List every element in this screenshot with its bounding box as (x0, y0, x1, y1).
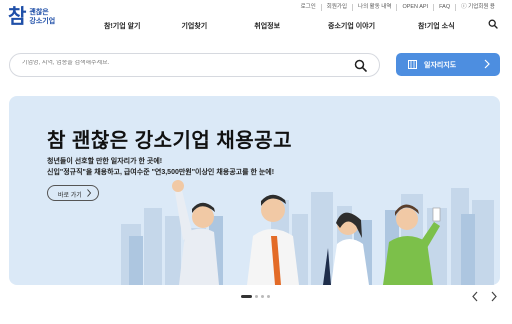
search-icon[interactable] (488, 19, 498, 29)
chevron-right-icon (484, 59, 490, 69)
chevron-right-icon (87, 189, 91, 197)
hero-banner: 참 괜찮은 강소기업 채용공고 청년들이 선호할 만한 일자리가 한 곳에! 신… (9, 96, 500, 285)
search-icon[interactable] (354, 59, 367, 72)
nav-item-job-info[interactable]: 취업정보 (254, 21, 280, 31)
main-nav: 참!기업 알기 기업찾기 취업정보 중소기업 이야기 참!기업 소식 (104, 21, 455, 31)
logo-text-line2: 강소기업 (29, 18, 56, 25)
carousel-pagination (241, 295, 270, 298)
carousel-dot-2[interactable] (255, 295, 258, 298)
nav-item-about[interactable]: 참!기업 알기 (104, 21, 140, 31)
util-login[interactable]: 로그인 (296, 4, 321, 11)
util-open-api[interactable]: OPEN API (396, 4, 433, 11)
job-map-button[interactable]: 일자리지도 (396, 53, 500, 76)
map-icon (408, 60, 417, 69)
nav-item-news[interactable]: 참!기업 소식 (418, 21, 454, 31)
search-input[interactable] (22, 60, 342, 66)
util-my-activity[interactable]: 나의 활동 내역 (352, 4, 396, 11)
banner-description-1: 청년들이 선호할 만한 일자리가 한 곳에! (47, 158, 163, 165)
go-now-button[interactable]: 바로 가기 (47, 185, 99, 201)
logo-mark: 참 (8, 6, 27, 28)
chevron-right-icon[interactable] (490, 291, 498, 302)
logo-text: 괜찮은 강소기업 (29, 8, 55, 26)
util-faq[interactable]: FAQ (433, 4, 455, 11)
util-signup[interactable]: 회원가입 (320, 4, 352, 11)
logo[interactable]: 참 괜찮은 강소기업 (8, 7, 55, 27)
util-company-member[interactable]: ⓘ 기업회원 용 (455, 4, 500, 11)
banner-title: 참 괜찮은 강소기업 채용공고 (47, 130, 292, 152)
carousel-dot-1[interactable] (241, 295, 252, 298)
carousel-dot-3[interactable] (261, 295, 264, 298)
chevron-left-icon[interactable] (471, 291, 479, 302)
banner-description-2: 신입"정규직"을 채용하고, 급여수준 "연3,500만원"이상인 채용공고를 … (47, 169, 275, 176)
job-map-label: 일자리지도 (424, 62, 457, 69)
search-bar (9, 53, 380, 77)
nav-item-find-company[interactable]: 기업찾기 (181, 21, 207, 31)
go-now-label: 바로 가기 (58, 193, 82, 199)
utility-links: 로그인 회원가입 나의 활동 내역 OPEN API FAQ ⓘ 기업회원 용 (296, 4, 500, 11)
nav-item-sme-stories[interactable]: 중소기업 이야기 (328, 21, 375, 31)
carousel-dot-4[interactable] (267, 295, 270, 298)
logo-text-line1: 괜찮은 (29, 9, 49, 16)
